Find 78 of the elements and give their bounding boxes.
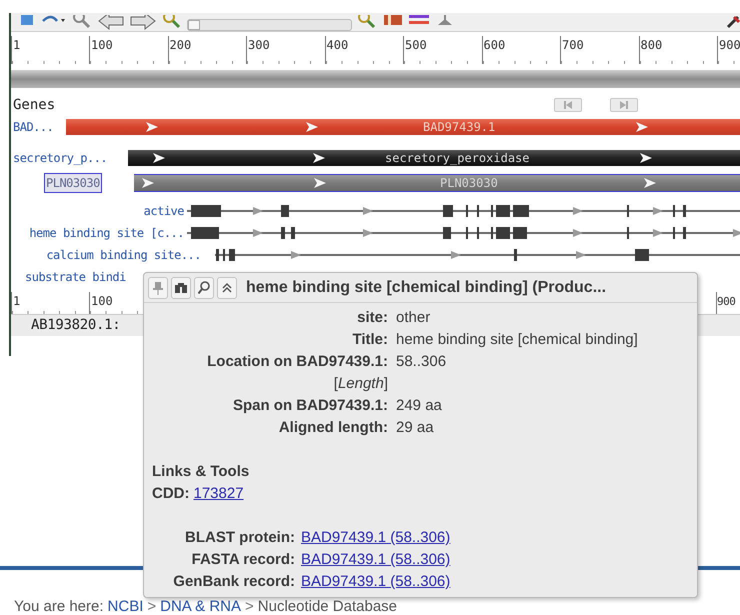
feature-label: heme binding site [c... <box>29 225 184 242</box>
breadcrumb-prefix: You are here: <box>14 597 104 615</box>
record-link[interactable]: BAD97439.1 (58..306) <box>301 527 450 549</box>
ruler-label: 100 <box>91 39 113 52</box>
direction-arrow-icon <box>640 153 652 163</box>
ruler-label: 300 <box>248 39 270 52</box>
feature-label: active <box>144 203 184 220</box>
feature-bar-label: secretory_peroxidase <box>385 150 530 166</box>
zoom-in-icon[interactable] <box>356 15 378 31</box>
record-link[interactable]: BAD97439.1 (58..306) <box>301 549 450 571</box>
feature-bar[interactable]: secretory_peroxidase <box>128 150 740 166</box>
feature-label: substrate bindi <box>25 269 126 286</box>
cdd-link[interactable]: 173827 <box>194 483 244 505</box>
field-label: [Length] <box>332 374 388 394</box>
track-label[interactable]: PLN03030 <box>45 174 101 192</box>
direction-arrow-icon <box>146 122 158 132</box>
binoculars-icon <box>175 280 187 294</box>
status-text: AB193820.1: <box>31 316 120 335</box>
tooltip-title: heme binding site [chemical binding] (Produc... <box>246 278 606 298</box>
direction-arrow-icon <box>314 178 326 188</box>
ruler-label: 700 <box>562 39 584 52</box>
breadcrumb-current: Nucleotide Database <box>258 597 398 615</box>
section-heading: Links & Tools <box>152 462 250 482</box>
skip-forward-icon <box>620 101 628 109</box>
ruler-label: 900 <box>719 39 740 52</box>
direction-arrow-icon <box>644 178 656 188</box>
pan-right-icon[interactable] <box>129 15 157 31</box>
direction-arrow-icon <box>142 178 154 188</box>
field-label: Aligned length: <box>278 418 388 438</box>
field-label: GenBank record: <box>172 572 295 592</box>
zoom-slider-thumb[interactable] <box>188 20 200 30</box>
field-value: 249 aa <box>396 396 443 416</box>
track-label[interactable]: BAD... <box>13 118 54 136</box>
search-icon <box>198 280 210 294</box>
zoom-out-icon[interactable] <box>71 15 93 31</box>
field-label: Title: <box>351 330 388 350</box>
breadcrumb-link[interactable]: DNA & RNA <box>160 596 241 615</box>
direction-arrow-icon <box>313 153 325 163</box>
breadcrumb-separator: > <box>245 597 254 615</box>
field-label: Location on BAD97439.1: <box>206 352 388 372</box>
direction-arrow-icon <box>636 122 648 132</box>
pan-left-icon[interactable] <box>97 15 125 31</box>
section-title: Genes <box>13 96 56 114</box>
field-value: 29 aa <box>396 418 435 438</box>
record-link[interactable]: BAD97439.1 (58..306) <box>301 571 450 593</box>
feature-label: calcium binding site... <box>46 247 201 264</box>
field-label: CDD: <box>152 484 190 504</box>
track-label[interactable]: secretory_p... <box>13 149 108 167</box>
feature-bar-label: PLN03030 <box>440 175 498 191</box>
breadcrumb-link[interactable]: NCBI <box>108 596 144 615</box>
ruler-label: 800 <box>640 39 662 52</box>
ruler-label: 200 <box>170 39 192 52</box>
pin-icon <box>152 280 164 294</box>
skip-back-icon <box>564 101 572 109</box>
ruler-label: 900 <box>717 295 736 308</box>
zoom-icon[interactable] <box>161 15 183 31</box>
ruler-label: 400 <box>326 39 348 52</box>
ruler-label: 600 <box>484 39 506 52</box>
field-label: Span on BAD97439.1: <box>232 396 388 416</box>
direction-arrow-icon <box>306 122 318 132</box>
tools-icon[interactable] <box>726 15 740 31</box>
search-button[interactable] <box>194 276 214 298</box>
collapse-icon <box>221 280 233 294</box>
breadcrumb-separator: > <box>147 597 156 615</box>
ruler-label: 1 <box>13 39 20 52</box>
field-label: BLAST protein: <box>184 528 295 548</box>
binoculars-button[interactable] <box>171 276 191 298</box>
direction-arrow-icon <box>153 153 165 163</box>
feature-bar-label: BAD97439.1 <box>423 119 496 135</box>
field-value: other <box>396 308 432 328</box>
field-label: FASTA record: <box>190 550 295 570</box>
ruler-label: 500 <box>405 39 427 52</box>
field-value: heme binding site [chemical binding] <box>396 330 639 350</box>
ruler-label: 1 <box>13 295 20 308</box>
field-value: 58..306 <box>396 352 448 372</box>
field-label: site: <box>356 308 388 328</box>
collapse-button[interactable] <box>217 276 237 298</box>
ruler-label: 100 <box>91 295 113 308</box>
